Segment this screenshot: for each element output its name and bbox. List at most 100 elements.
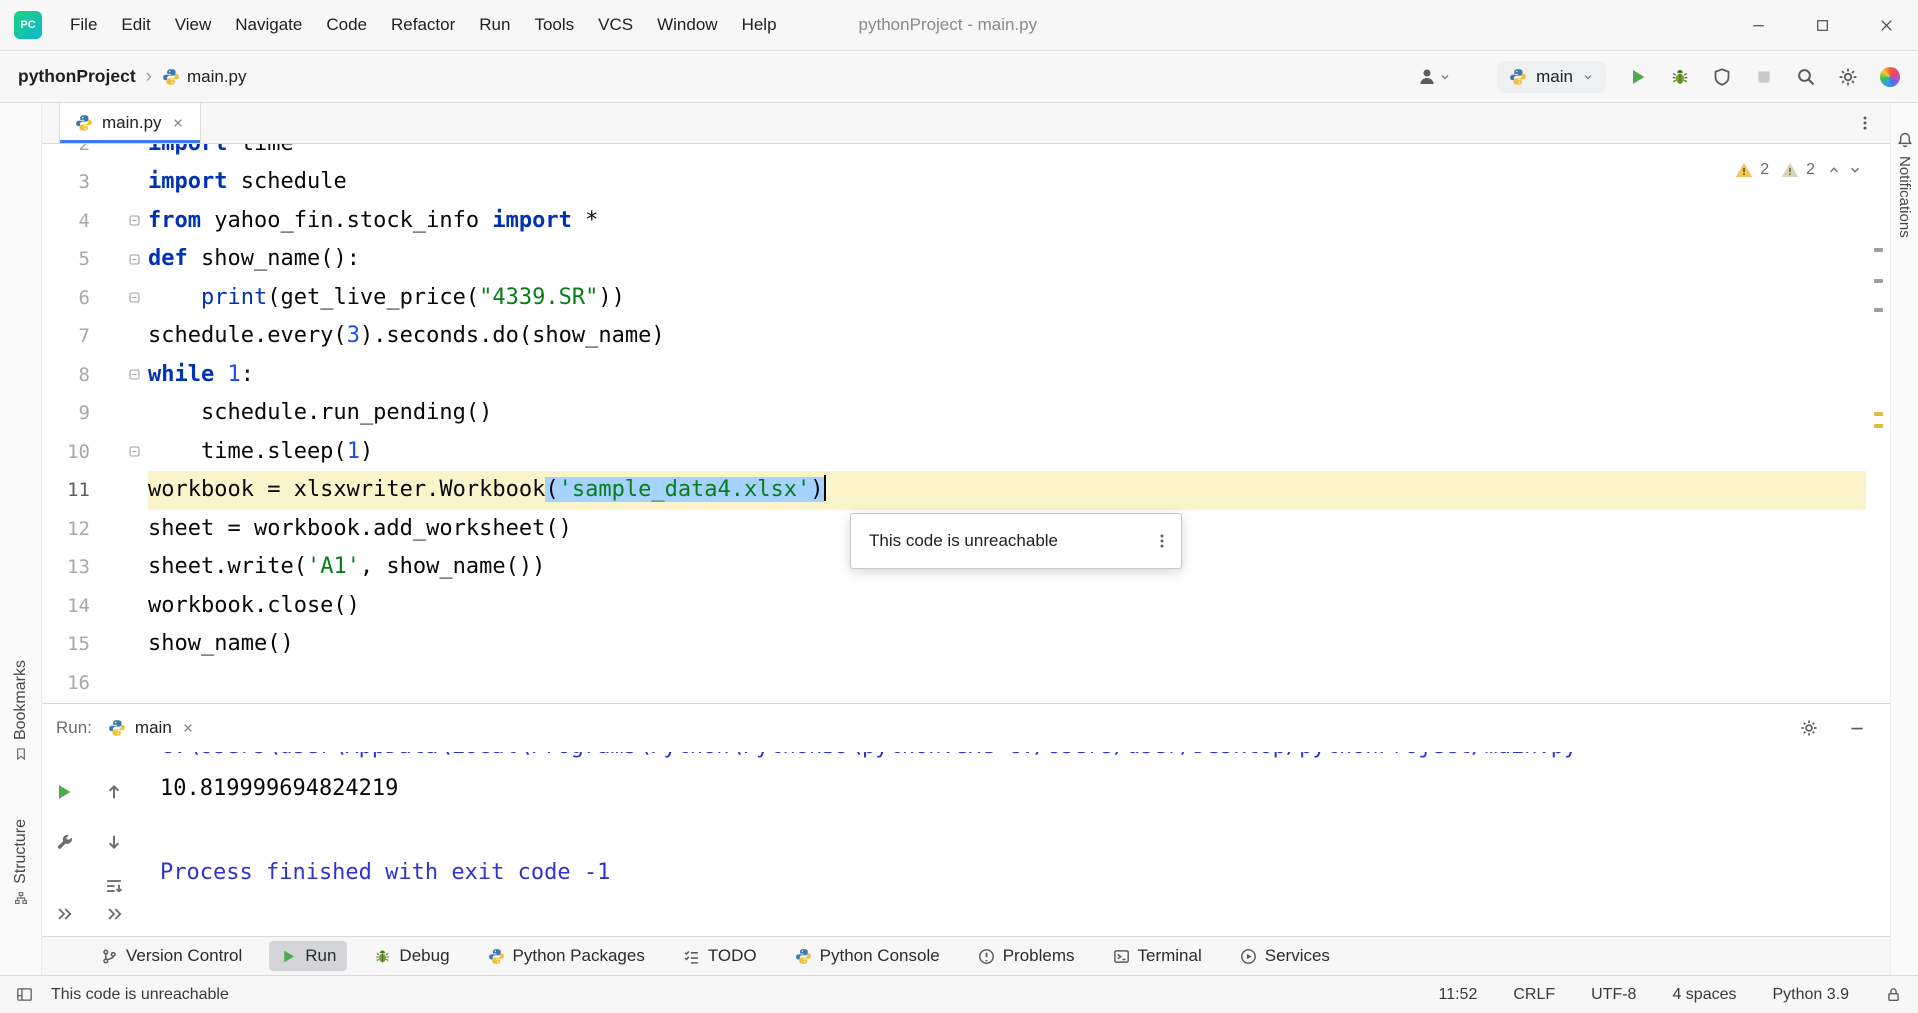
- up-stack-trace-button[interactable]: [104, 782, 124, 802]
- tool-window-button-problems[interactable]: Problems: [967, 941, 1086, 971]
- line-number[interactable]: 7: [42, 317, 90, 356]
- menu-help[interactable]: Help: [730, 8, 789, 42]
- hide-panel-icon[interactable]: [1848, 719, 1866, 737]
- search-everywhere-button[interactable]: [1796, 67, 1816, 87]
- tool-window-label: Terminal: [1138, 946, 1202, 966]
- code-line-14[interactable]: 14workbook.close(): [42, 587, 1866, 626]
- more-actions-icon[interactable]: [104, 904, 124, 924]
- tool-window-label: Problems: [1003, 946, 1075, 966]
- code-line-4[interactable]: 4from yahoo_fin.stock_info import *: [42, 202, 1866, 241]
- close-tab-icon[interactable]: [171, 116, 185, 130]
- menu-tools[interactable]: Tools: [522, 8, 586, 42]
- settings-button[interactable]: [1838, 67, 1858, 87]
- fold-marker-icon[interactable]: [128, 445, 141, 458]
- code-line-16[interactable]: 16: [42, 664, 1866, 703]
- run-configuration-selector[interactable]: main: [1497, 61, 1606, 93]
- menu-navigate[interactable]: Navigate: [223, 8, 314, 42]
- tool-window-button-run[interactable]: Run: [269, 941, 347, 971]
- lock-icon[interactable]: [1885, 986, 1902, 1003]
- maximize-button[interactable]: [1790, 0, 1854, 51]
- line-number[interactable]: 9: [42, 394, 90, 433]
- line-number[interactable]: 10: [42, 433, 90, 472]
- line-number[interactable]: 2: [42, 144, 90, 163]
- tool-window-button-terminal[interactable]: Terminal: [1102, 941, 1213, 971]
- tool-window-button-version-control[interactable]: Version Control: [90, 941, 253, 971]
- menu-file[interactable]: File: [58, 8, 109, 42]
- code-line-6[interactable]: 6 print(get_live_price("4339.SR")): [42, 279, 1866, 318]
- stop-button[interactable]: [1754, 67, 1774, 87]
- menu-vcs[interactable]: VCS: [586, 8, 645, 42]
- run-button[interactable]: [1628, 67, 1648, 87]
- close-run-tab-icon[interactable]: [181, 721, 195, 735]
- tooltip-more-actions-icon[interactable]: [1153, 532, 1171, 550]
- line-number[interactable]: 13: [42, 548, 90, 587]
- fold-marker-icon[interactable]: [128, 368, 141, 381]
- code-line-10[interactable]: 10 time.sleep(1): [42, 433, 1866, 472]
- tool-window-button-python-packages[interactable]: Python Packages: [477, 941, 656, 971]
- breadcrumb-file[interactable]: main.py: [162, 67, 247, 87]
- code-text: def show_name():: [148, 240, 1866, 279]
- tool-stripe-structure[interactable]: Structure: [0, 819, 41, 905]
- status-interpreter[interactable]: Python 3.9: [1773, 986, 1850, 1004]
- status-message: This code is unreachable: [51, 986, 229, 1004]
- code-line-15[interactable]: 15show_name(): [42, 625, 1866, 664]
- plugin-button[interactable]: [1880, 67, 1900, 87]
- status-encoding[interactable]: UTF-8: [1591, 986, 1636, 1004]
- code-line-3[interactable]: 3import schedule: [42, 163, 1866, 202]
- inspections-widget[interactable]: 2 2: [1729, 158, 1868, 182]
- status-caret-position[interactable]: 11:52: [1438, 986, 1477, 1004]
- code-line-8[interactable]: 8while 1:: [42, 356, 1866, 395]
- menu-window[interactable]: Window: [645, 8, 729, 42]
- line-number[interactable]: 14: [42, 587, 90, 626]
- code-line-11[interactable]: 11workbook = xlsxwriter.Workbook('sample…: [42, 471, 1866, 510]
- run-tab-main[interactable]: main: [108, 718, 195, 738]
- minimize-button[interactable]: [1726, 0, 1790, 51]
- line-number[interactable]: 6: [42, 279, 90, 318]
- menu-code[interactable]: Code: [314, 8, 379, 42]
- line-number[interactable]: 12: [42, 510, 90, 549]
- menu-refactor[interactable]: Refactor: [379, 8, 467, 42]
- tool-stripe-notifications[interactable]: Notifications: [1891, 131, 1918, 238]
- status-line-ending[interactable]: CRLF: [1513, 986, 1555, 1004]
- tool-window-layout-icon[interactable]: [16, 986, 33, 1003]
- fold-marker-icon[interactable]: [128, 214, 141, 227]
- code-line-5[interactable]: 5 def show_name():: [42, 240, 1866, 279]
- rerun-button[interactable]: [54, 782, 74, 802]
- line-number[interactable]: 5: [42, 240, 90, 279]
- status-indent[interactable]: 4 spaces: [1672, 986, 1736, 1004]
- next-warning-icon[interactable]: [1848, 163, 1862, 177]
- tool-window-button-services[interactable]: Services: [1229, 941, 1341, 971]
- line-number[interactable]: 3: [42, 163, 90, 202]
- coverage-button[interactable]: [1712, 67, 1732, 87]
- more-actions-icon[interactable]: [54, 904, 74, 924]
- code-line-2[interactable]: 2import time: [42, 144, 1866, 163]
- close-window-button[interactable]: [1854, 0, 1918, 51]
- code-line-7[interactable]: 7schedule.every(3).seconds.do(show_name): [42, 317, 1866, 356]
- tab-options-kebab-icon[interactable]: [1856, 114, 1874, 132]
- menu-edit[interactable]: Edit: [109, 8, 162, 42]
- line-number[interactable]: 8: [42, 356, 90, 395]
- fold-marker-icon[interactable]: [128, 291, 141, 304]
- debug-button[interactable]: [1670, 67, 1690, 87]
- fold-marker-icon[interactable]: [128, 253, 141, 266]
- code-with-me-button[interactable]: [1417, 67, 1451, 87]
- menu-view[interactable]: View: [163, 8, 224, 42]
- line-number[interactable]: 4: [42, 202, 90, 241]
- tool-stripe-bookmarks[interactable]: Bookmarks: [0, 660, 41, 761]
- soft-wrap-button[interactable]: [104, 876, 124, 896]
- line-number[interactable]: 16: [42, 664, 90, 703]
- code-line-9[interactable]: 9 schedule.run_pending(): [42, 394, 1866, 433]
- previous-warning-icon[interactable]: [1827, 163, 1841, 177]
- down-stack-trace-button[interactable]: [104, 832, 124, 852]
- breadcrumb-project[interactable]: pythonProject: [18, 66, 136, 87]
- tool-window-button-debug[interactable]: Debug: [363, 941, 460, 971]
- code-editor[interactable]: 2import time3import schedule4from yahoo_…: [42, 144, 1890, 703]
- tool-window-button-todo[interactable]: TODO: [672, 941, 768, 971]
- line-number[interactable]: 15: [42, 625, 90, 664]
- editor-tab-main-py[interactable]: main.py: [59, 103, 201, 143]
- run-settings-gear-icon[interactable]: [1800, 719, 1818, 737]
- tool-window-button-python-console[interactable]: Python Console: [784, 941, 951, 971]
- console-settings-button[interactable]: [54, 832, 74, 852]
- menu-run[interactable]: Run: [467, 8, 522, 42]
- line-number[interactable]: 11: [42, 471, 90, 510]
